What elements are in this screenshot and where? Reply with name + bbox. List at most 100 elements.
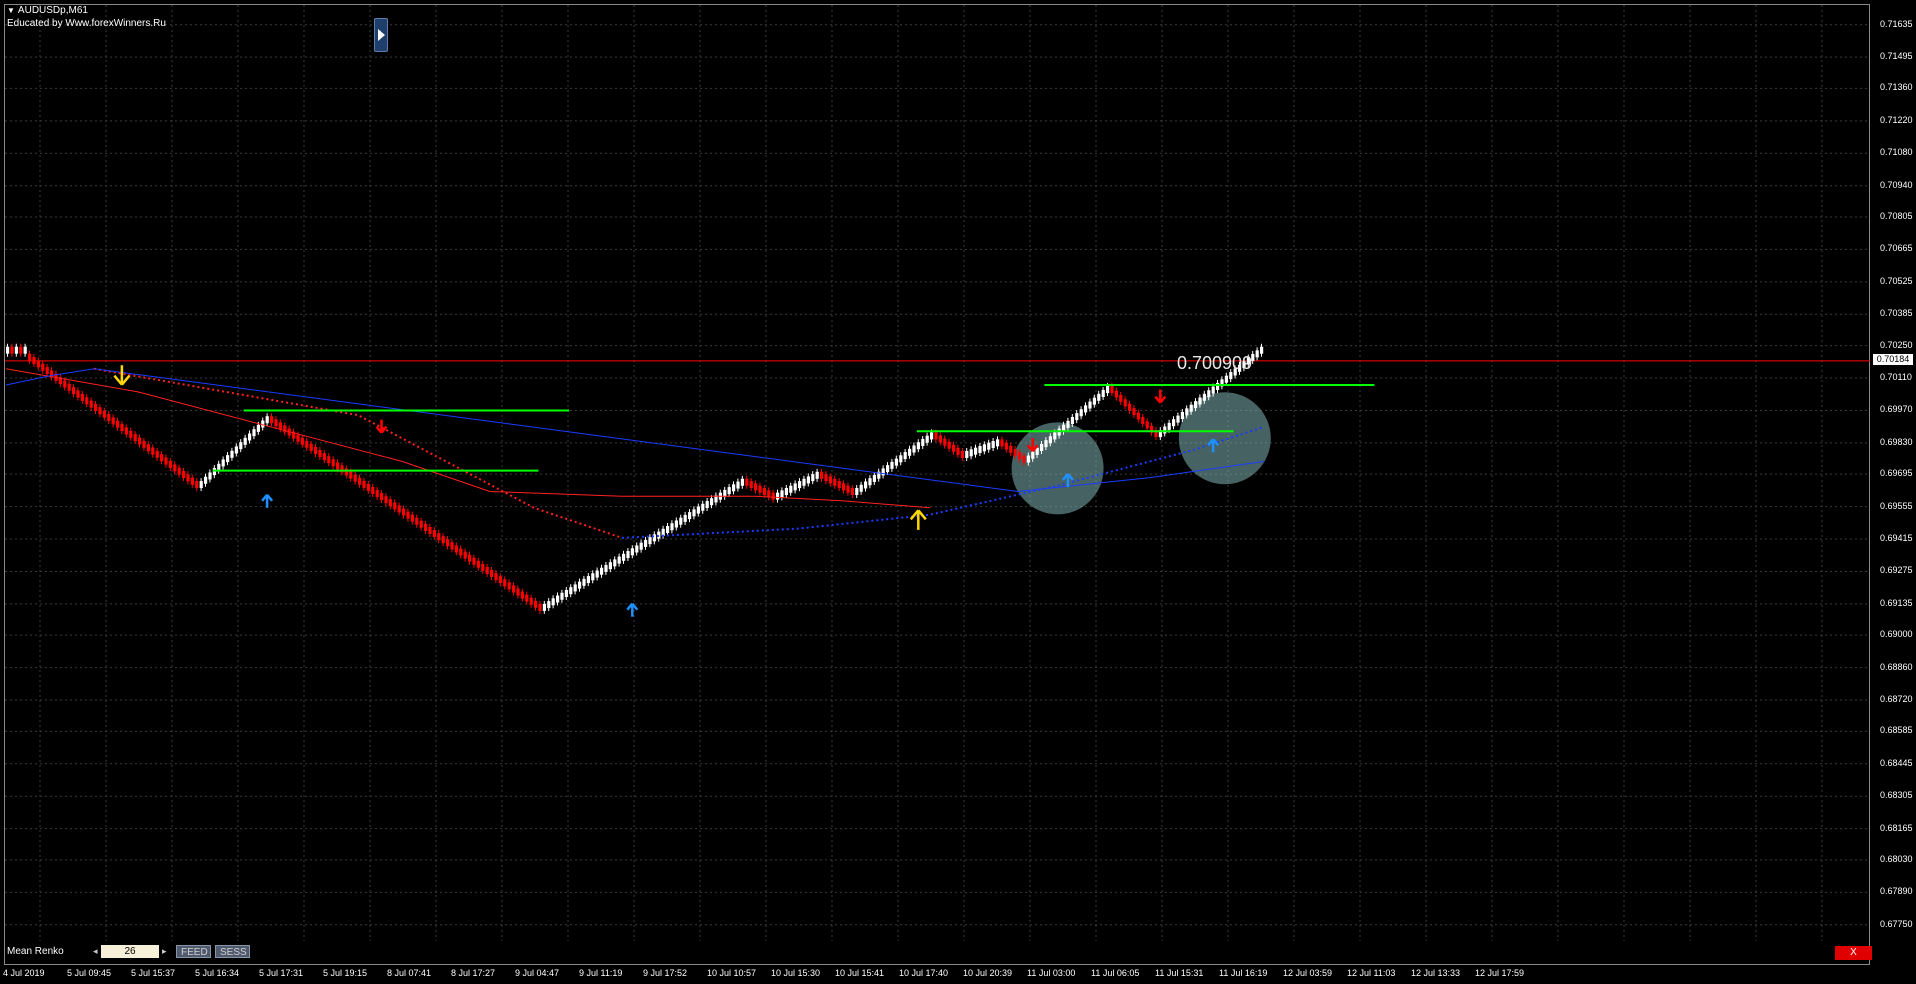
- brick: [358, 477, 362, 485]
- time-tick-label: 10 Jul 15:30: [771, 968, 821, 978]
- close-indicator-button[interactable]: X: [1835, 946, 1872, 960]
- brick: [529, 597, 533, 605]
- brick: [472, 557, 476, 565]
- brick: [278, 422, 282, 430]
- brick: [98, 407, 102, 415]
- brick: [696, 506, 700, 514]
- sess-button[interactable]: SESS: [215, 945, 250, 958]
- brick: [749, 481, 753, 489]
- brick: [195, 481, 199, 489]
- brick: [855, 488, 859, 496]
- brick: [270, 416, 274, 424]
- brick: [648, 537, 652, 545]
- feed-button[interactable]: FEED: [176, 945, 211, 958]
- brick: [1044, 440, 1048, 448]
- brick: [793, 483, 797, 491]
- brick: [375, 490, 379, 498]
- brick: [498, 576, 502, 584]
- brick: [745, 478, 749, 486]
- price-chart[interactable]: [0, 0, 1916, 984]
- brick: [639, 542, 643, 550]
- brick: [72, 387, 76, 395]
- price-tick-label: 0.70250: [1880, 339, 1913, 350]
- brick: [252, 429, 256, 437]
- brick: [182, 471, 186, 479]
- brick: [327, 456, 331, 464]
- brick: [886, 465, 890, 473]
- brick: [168, 460, 172, 468]
- brick: [903, 452, 907, 460]
- brick: [1207, 390, 1211, 398]
- brick: [1110, 386, 1114, 394]
- brick: [1224, 375, 1228, 383]
- brick: [393, 502, 397, 510]
- time-tick-label: 12 Jul 17:59: [1475, 968, 1525, 978]
- brick: [388, 499, 392, 507]
- panel-toggle-button[interactable]: [374, 18, 388, 52]
- brick: [864, 481, 868, 489]
- price-tick-label: 0.71080: [1880, 147, 1913, 158]
- brick: [740, 478, 744, 486]
- brick: [815, 471, 819, 479]
- brick: [314, 446, 318, 454]
- brick: [758, 485, 762, 493]
- price-tick-label: 0.69695: [1880, 468, 1913, 479]
- symbol-label[interactable]: ▼ AUDUSDp,M61: [7, 5, 88, 16]
- time-tick-label: 11 Jul 03:00: [1027, 968, 1076, 978]
- brick: [912, 445, 916, 453]
- brick: [930, 432, 934, 440]
- price-tick-label: 0.69000: [1880, 629, 1913, 640]
- brick: [569, 587, 573, 595]
- period-input[interactable]: [101, 945, 159, 958]
- price-tick-label: 0.70385: [1880, 308, 1913, 319]
- price-tick-label: 0.68030: [1880, 853, 1913, 864]
- price-tick-label: 0.67750: [1880, 918, 1913, 929]
- brick: [608, 562, 612, 570]
- price-tick-label: 0.69970: [1880, 404, 1913, 415]
- brick: [415, 517, 419, 525]
- increase-period-icon[interactable]: ▸: [162, 946, 167, 957]
- brick: [674, 520, 678, 528]
- chart-window[interactable]: ▼ AUDUSDp,M61 Educated by Www.forexWinner…: [0, 0, 1916, 984]
- brick: [806, 476, 810, 484]
- brick: [1066, 420, 1070, 428]
- brick: [798, 481, 802, 489]
- indicator-name: Mean Renko: [7, 946, 64, 957]
- brick: [595, 570, 599, 578]
- time-tick-label: 11 Jul 15:31: [1155, 968, 1204, 978]
- brick: [921, 438, 925, 446]
- brick: [613, 559, 617, 567]
- dropdown-triangle-icon[interactable]: ▼: [7, 6, 15, 15]
- brick: [1075, 413, 1079, 421]
- brick: [828, 476, 832, 484]
- brick: [85, 397, 89, 405]
- brick: [1084, 405, 1088, 413]
- brick: [155, 450, 159, 458]
- brick: [1145, 421, 1149, 429]
- brick: [476, 560, 480, 568]
- brick: [881, 468, 885, 476]
- brick: [925, 435, 929, 443]
- brick: [107, 414, 111, 422]
- brick: [837, 481, 841, 489]
- brick: [468, 554, 472, 562]
- brick: [1198, 397, 1202, 405]
- brick: [344, 468, 348, 476]
- brick: [446, 539, 450, 547]
- brick: [520, 591, 524, 599]
- brick: [996, 439, 1000, 447]
- decrease-period-icon[interactable]: ◂: [93, 946, 98, 957]
- brick: [943, 438, 947, 446]
- time-tick-label: 10 Jul 15:41: [835, 968, 885, 978]
- ma-red-dotted-line: [93, 367, 623, 539]
- brick: [133, 434, 137, 442]
- time-tick-label: 9 Jul 17:52: [643, 968, 688, 978]
- brick: [666, 526, 670, 534]
- brick: [1189, 404, 1193, 412]
- price-tick-label: 0.69555: [1880, 500, 1913, 511]
- brick: [23, 346, 27, 354]
- brick: [802, 478, 806, 486]
- brick: [32, 357, 36, 365]
- brick: [208, 472, 212, 480]
- brick: [120, 424, 124, 432]
